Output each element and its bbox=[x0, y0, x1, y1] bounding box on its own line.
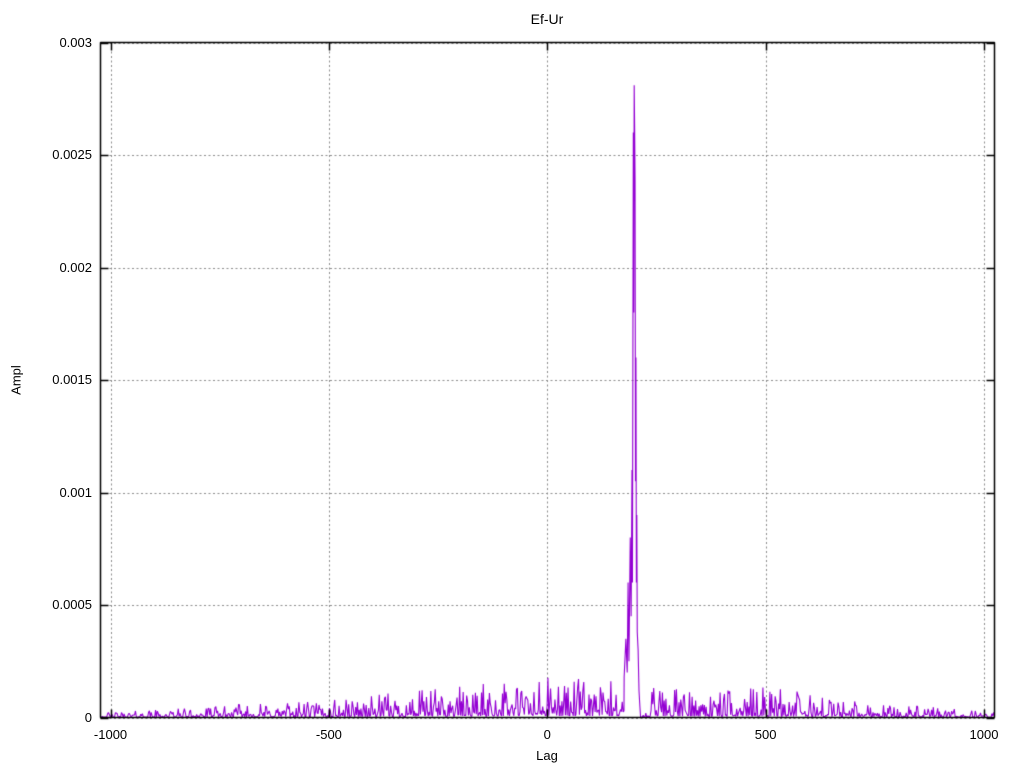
y-tick-label: 0.003 bbox=[59, 34, 92, 50]
x-tick-label: 0 bbox=[543, 727, 551, 742]
y-tick-label: 0.0005 bbox=[52, 597, 92, 612]
chart-title: Ef-Ur bbox=[530, 11, 564, 27]
chart-canvas bbox=[0, 0, 1024, 768]
y-tick-label: 0 bbox=[84, 709, 92, 725]
x-tick-label: -1000 bbox=[93, 727, 128, 742]
x-tick-label: 500 bbox=[754, 727, 777, 742]
y-tick-label: 0.001 bbox=[59, 484, 92, 500]
y-tick-label: 0.002 bbox=[59, 259, 92, 275]
y-tick-label: 0.0015 bbox=[52, 372, 92, 387]
x-tick-label: -500 bbox=[315, 727, 342, 742]
correlation-chart: Ef-Ur Ampl Lag 0 0.0005 0.001 0.0015 0.002 0.… bbox=[0, 0, 1024, 768]
x-axis-label: Lag bbox=[536, 748, 558, 763]
y-tick-label: 0.0025 bbox=[52, 147, 92, 162]
x-tick-label: 1000 bbox=[969, 727, 999, 742]
